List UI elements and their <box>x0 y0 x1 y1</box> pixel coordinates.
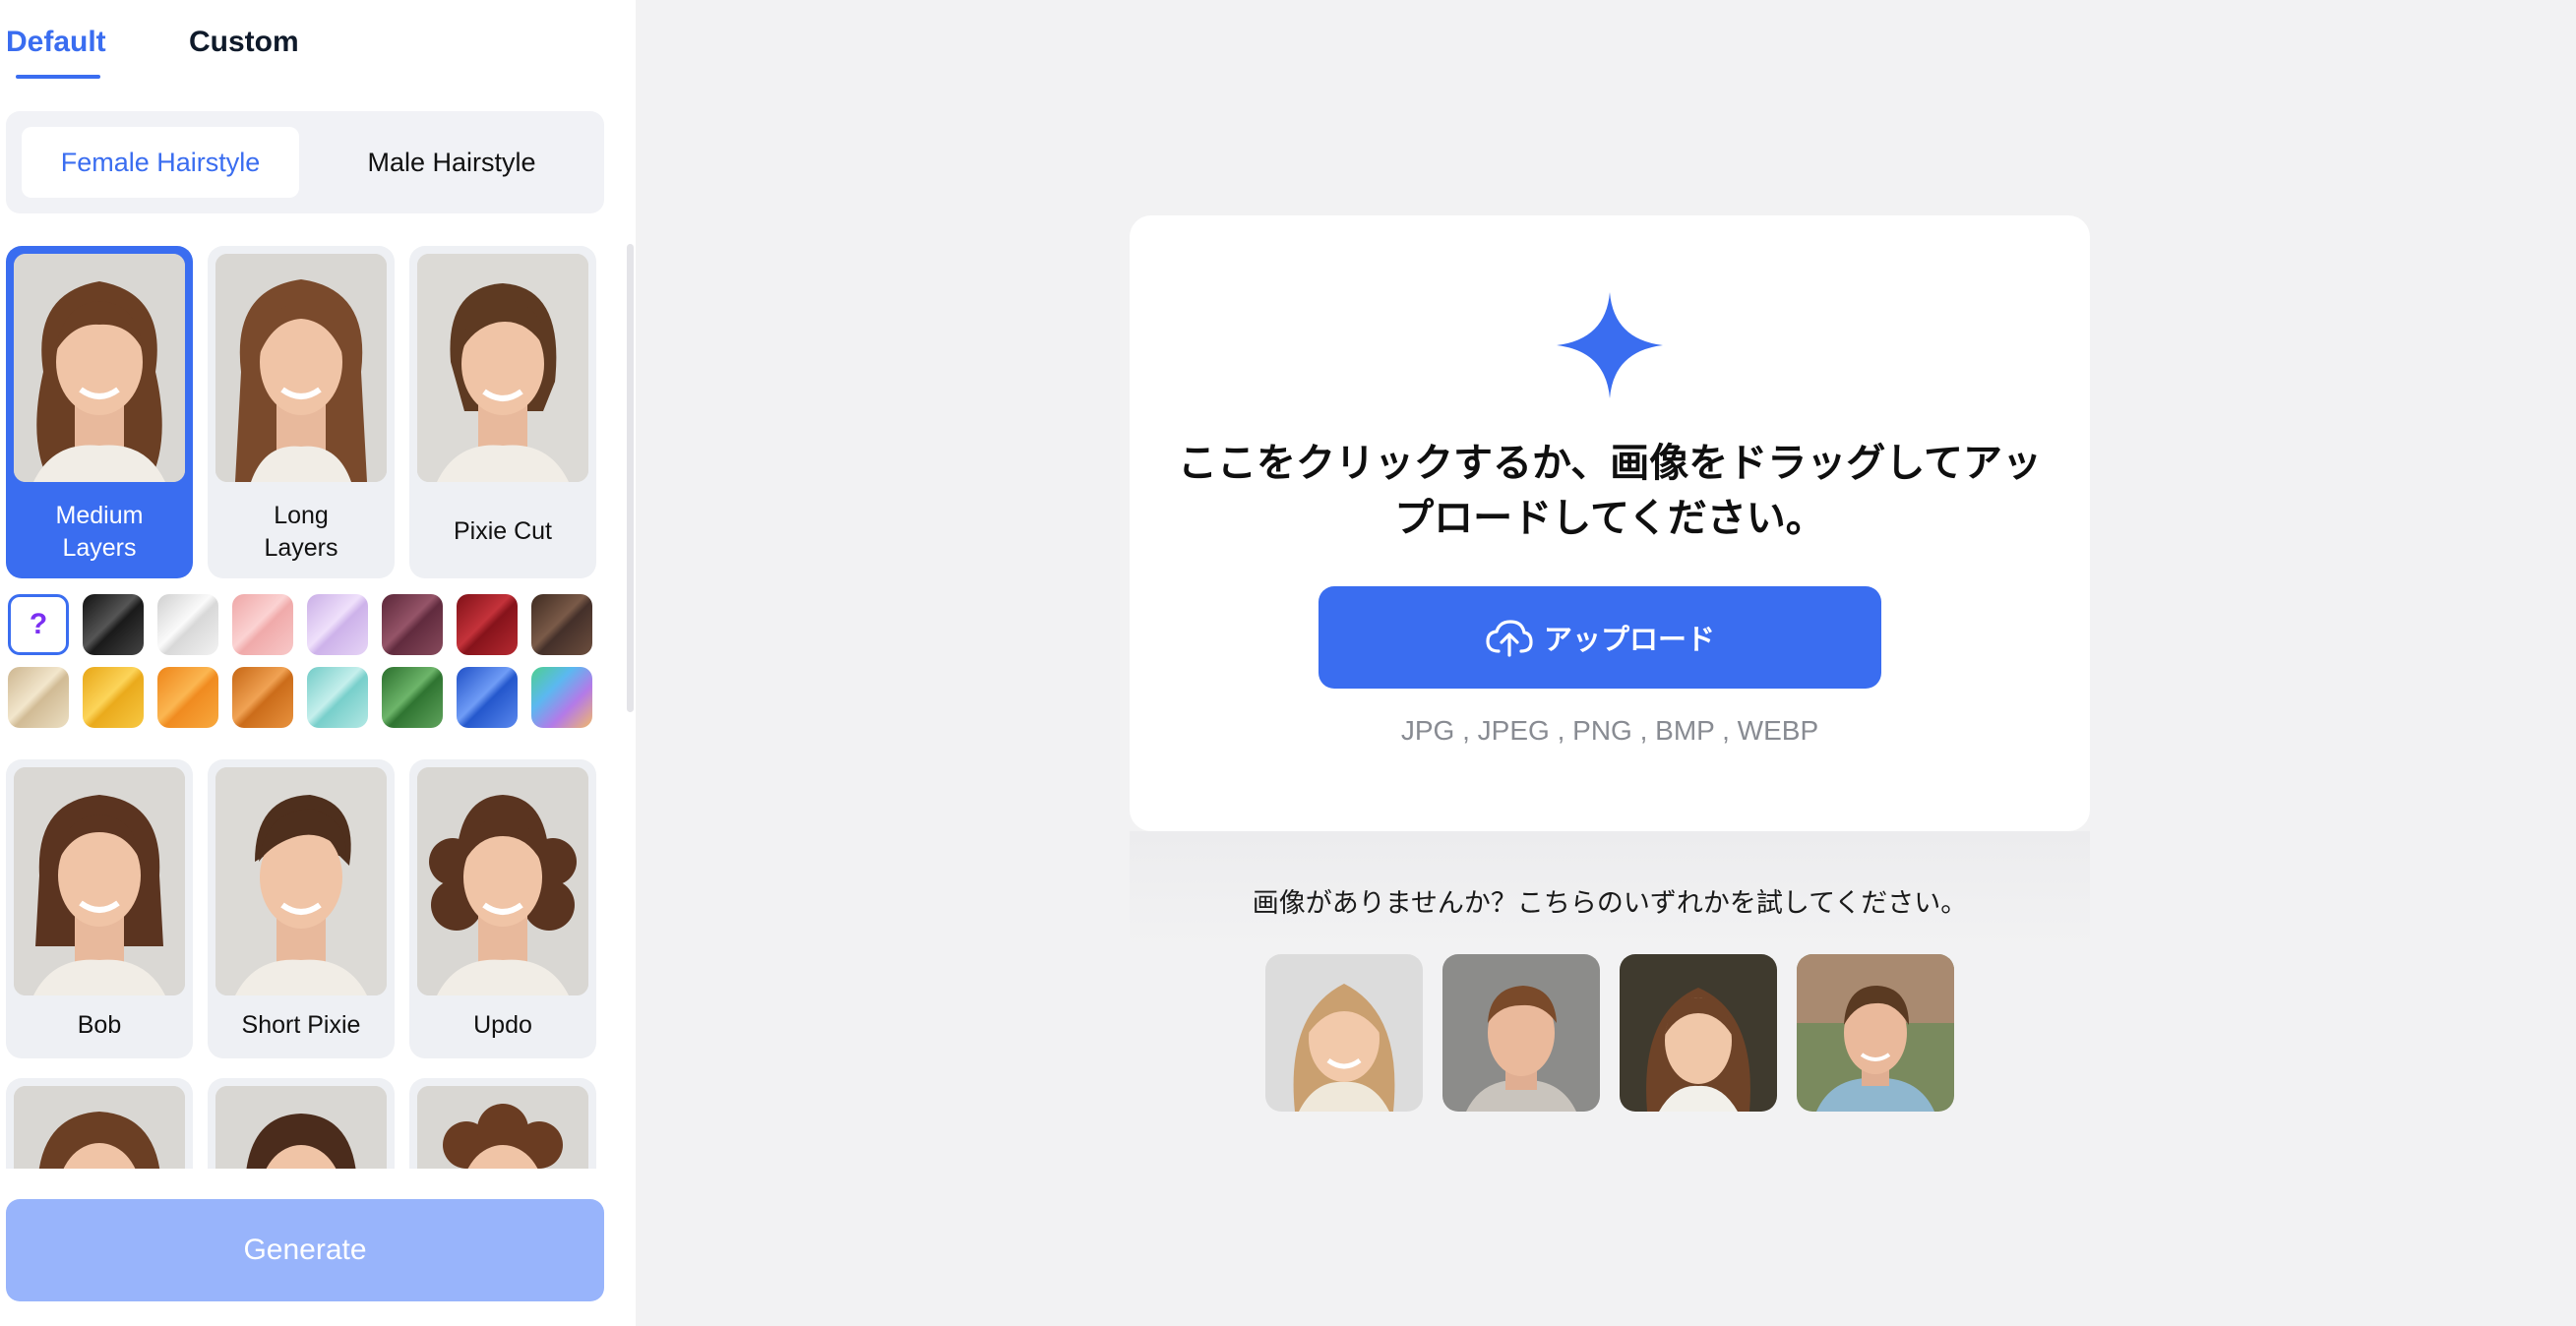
samples-prompt: 画像がありませんか？こちらのいずれかを試してください。 <box>1252 888 1968 918</box>
hairstyle-photo <box>417 767 588 995</box>
female-hairstyle-button[interactable]: Female Hairstyle <box>22 127 299 198</box>
color-swatch-plum[interactable] <box>382 594 443 655</box>
hairstyle-photo <box>417 254 588 482</box>
hairstyle-card-short-pixie[interactable]: Short Pixie <box>208 759 395 1058</box>
sparkle-icon <box>1557 292 1663 398</box>
sample-image-2[interactable] <box>1442 954 1600 1112</box>
color-swatch-copper[interactable] <box>232 667 293 728</box>
hairstyle-card-pixie-cut[interactable]: Pixie Cut <box>409 246 596 578</box>
hairstyle-card[interactable] <box>409 1078 596 1169</box>
color-swatch-lavender[interactable] <box>307 594 368 655</box>
color-swatch-pink[interactable] <box>232 594 293 655</box>
color-swatch-teal[interactable] <box>307 667 368 728</box>
hairstyle-card[interactable] <box>6 1078 193 1169</box>
color-swatch-brown[interactable] <box>531 594 592 655</box>
hairstyle-photo <box>417 1086 588 1169</box>
color-swatch-silver[interactable] <box>157 594 218 655</box>
hairstyle-label: Medium Layers <box>55 502 144 562</box>
hairstyle-label: Bob <box>77 1011 122 1039</box>
hairstyle-card-long-layers[interactable]: Long Layers <box>208 246 395 578</box>
hairstyle-photo <box>14 767 185 995</box>
hairstyle-card-bob[interactable]: Bob <box>6 759 193 1058</box>
color-swatch-gold[interactable] <box>83 667 144 728</box>
cloud-upload-icon <box>1486 620 1533 657</box>
hairstyle-list[interactable]: Medium Layers Long Layers Pixie Cut ? Bo… <box>0 244 626 1169</box>
hairstyle-card[interactable] <box>208 1078 395 1169</box>
gender-toggle: Female Hairstyle Male Hairstyle <box>6 111 604 213</box>
color-swatch-blue[interactable] <box>457 667 518 728</box>
upload-button-label: アップロード <box>1543 625 1715 656</box>
sample-image-1[interactable] <box>1265 954 1423 1112</box>
hairstyle-label: Pixie Cut <box>453 517 553 545</box>
hairstyle-photo <box>14 1086 185 1169</box>
hairstyle-label: Short Pixie <box>241 1011 361 1039</box>
upload-button[interactable]: アップロード <box>1319 586 1881 689</box>
hairstyle-photo <box>14 254 185 482</box>
color-swatch-red[interactable] <box>457 594 518 655</box>
color-swatch-rainbow[interactable] <box>531 667 592 728</box>
left-panel: Default Custom Female Hairstyle Male Hai… <box>0 0 636 1326</box>
color-swatch-orange[interactable] <box>157 667 218 728</box>
generate-button[interactable]: Generate <box>6 1199 604 1301</box>
tab-custom[interactable]: Custom <box>189 26 299 59</box>
hairstyle-card-medium-layers[interactable]: Medium Layers <box>6 246 193 578</box>
hairstyle-photo <box>215 254 387 482</box>
hairstyle-photo <box>215 1086 387 1169</box>
color-swatch-beige[interactable] <box>8 667 69 728</box>
hairstyle-label: Long Layers <box>264 502 338 562</box>
sample-image-4[interactable] <box>1797 954 1954 1112</box>
color-swatch-black[interactable] <box>83 594 144 655</box>
tab-bar: Default Custom <box>0 0 636 89</box>
random-color-swatch[interactable]: ? <box>8 594 69 655</box>
tab-default[interactable]: Default <box>6 26 106 59</box>
supported-formats: JPG , JPEG , PNG , BMP , WEBP <box>1400 715 1819 746</box>
upload-instructions: ここをクリックするか、画像をドラッグしてアップロードしてください。 <box>1178 442 2042 540</box>
upload-dropzone[interactable]: ここをクリックするか、画像をドラッグしてアップロードしてください。 アップロード… <box>1130 215 2090 831</box>
hairstyle-label: Updo <box>473 1011 532 1039</box>
male-hairstyle-button[interactable]: Male Hairstyle <box>313 127 590 198</box>
sample-image-3[interactable] <box>1620 954 1777 1112</box>
hairstyle-photo <box>215 767 387 995</box>
active-tab-indicator <box>16 75 100 79</box>
color-swatch-green[interactable] <box>382 667 443 728</box>
hairstyle-list-scrollbar[interactable] <box>627 244 634 712</box>
hairstyle-card-updo[interactable]: Updo <box>409 759 596 1058</box>
